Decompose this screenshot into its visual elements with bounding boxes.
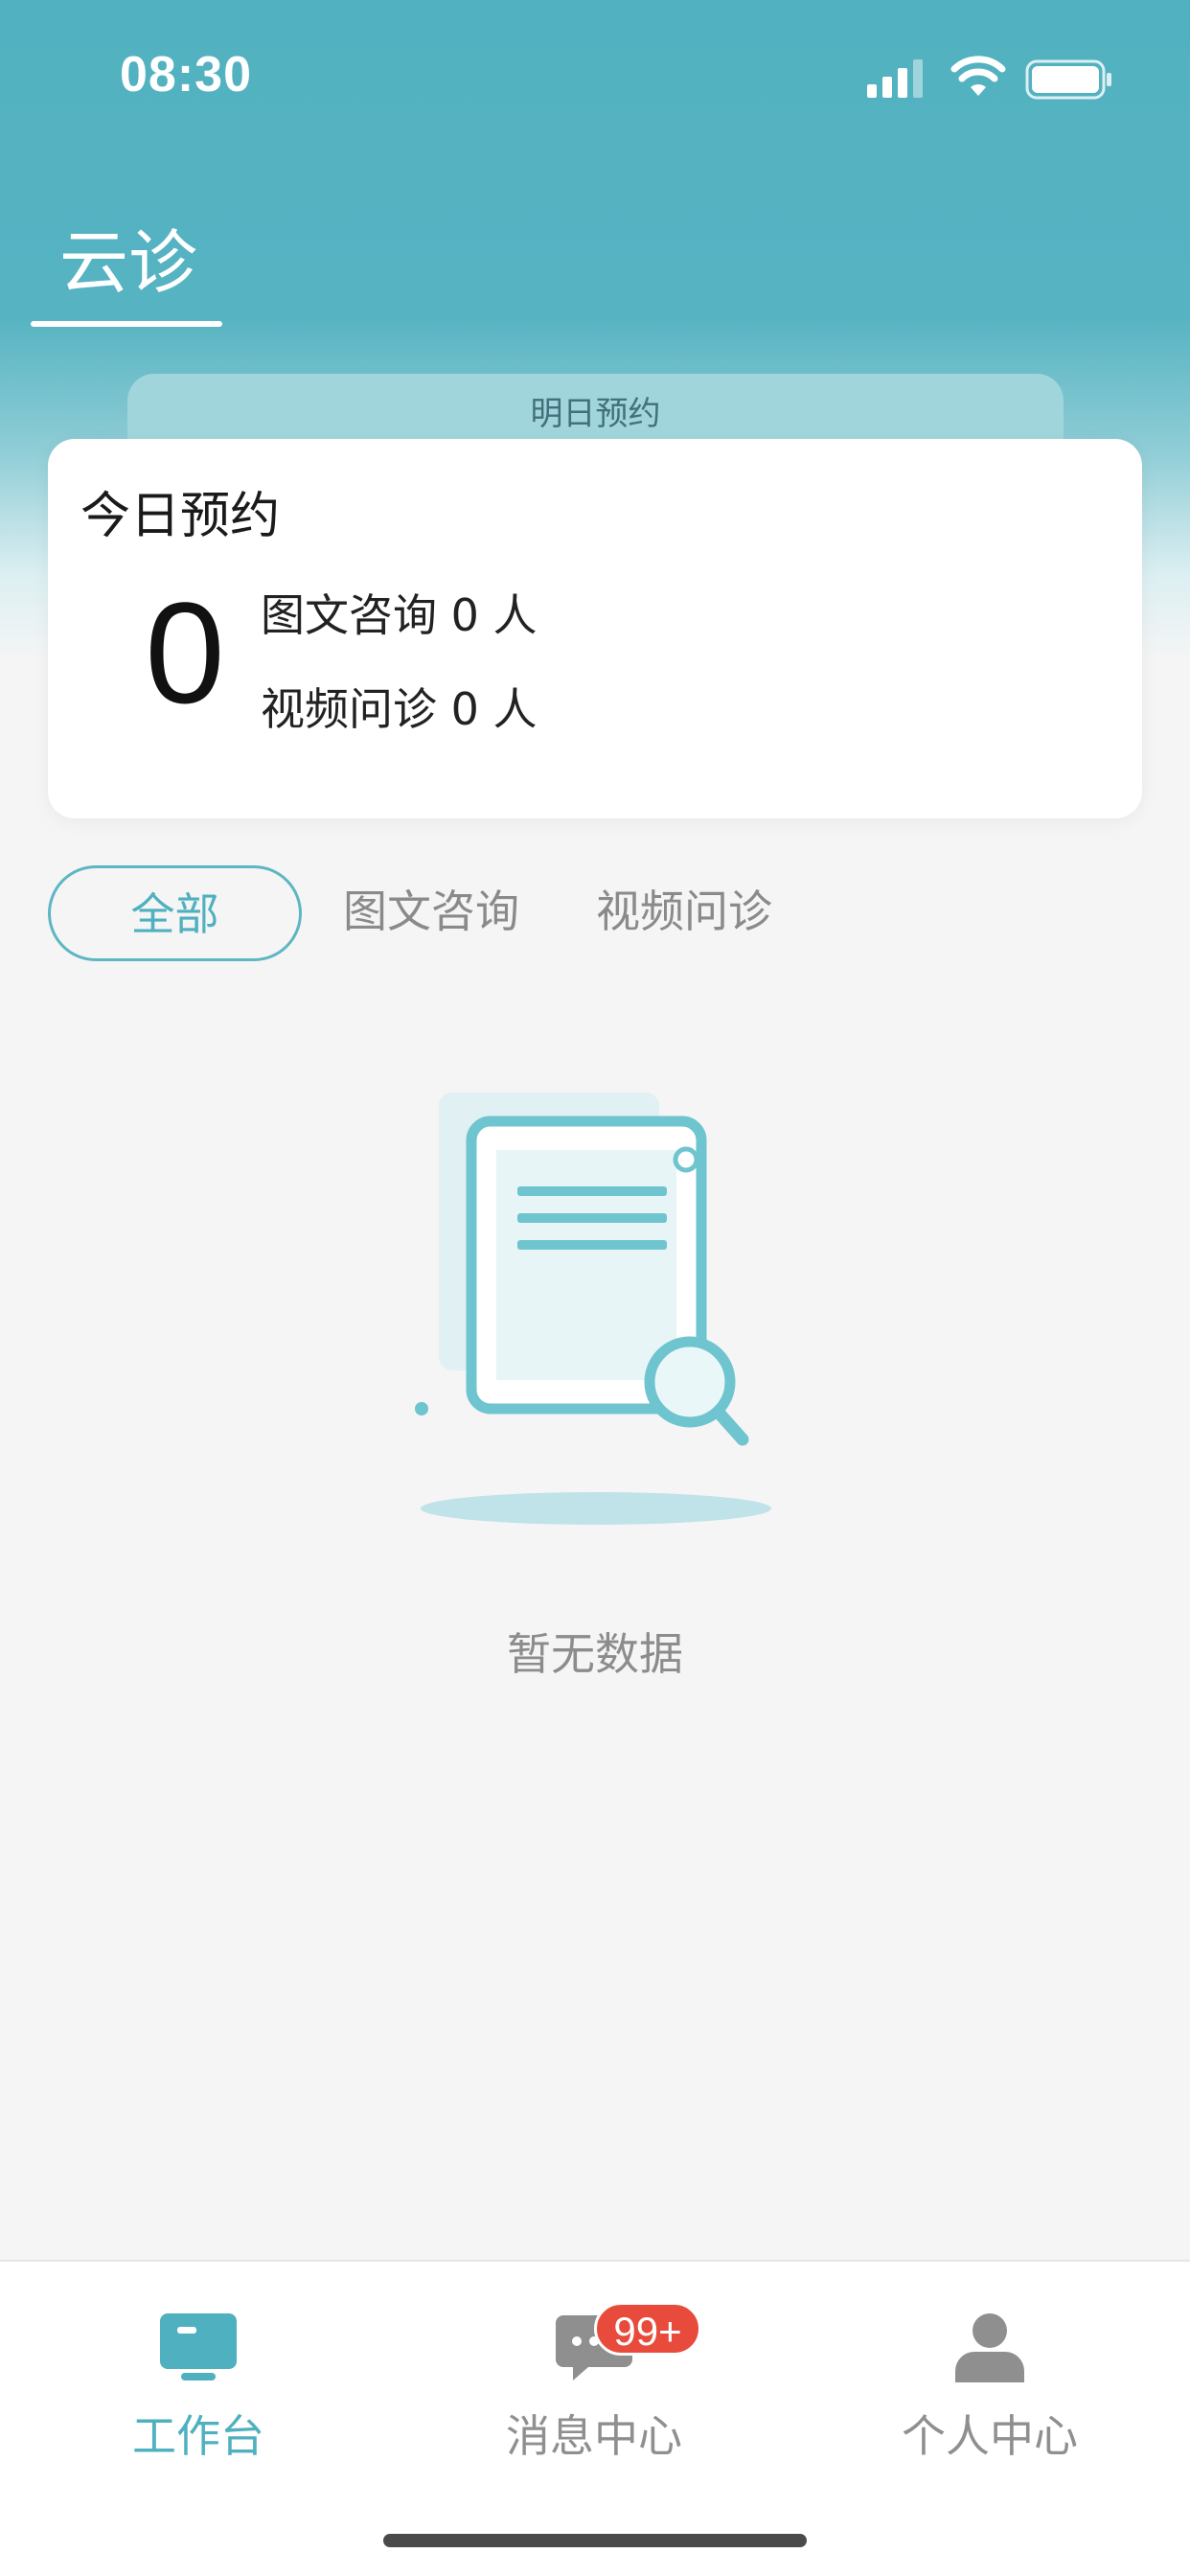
tab-profile-label: 个人中心 (902, 2410, 1078, 2462)
monitor-icon (160, 2313, 237, 2380)
filter-all-button[interactable]: 全部 (48, 865, 302, 961)
home-indicator[interactable] (383, 2534, 807, 2547)
tab-cloud-clinic[interactable]: 云诊 (31, 196, 222, 331)
tab-messages-label: 消息中心 (506, 2410, 682, 2462)
tab-workbench-label: 工作台 (132, 2410, 264, 2462)
tab-messages[interactable]: 99+ 消息中心 (450, 2302, 738, 2462)
tab-cloud-clinic-label: 云诊 (59, 222, 198, 303)
filter-video-consult-button[interactable]: 视频问诊 (588, 865, 780, 961)
person-icon (955, 2313, 1024, 2382)
tab-workbench[interactable]: 工作台 (55, 2312, 342, 2462)
tab-profile[interactable]: 个人中心 (846, 2312, 1133, 2462)
empty-state-text: 暂无数据 (507, 1628, 683, 1680)
status-time: 08:30 (120, 47, 252, 103)
today-appointments-card: 今日预约 0 图文咨询 0 人 视频问诊 0 人 (48, 439, 1142, 818)
text-consult-count: 图文咨询 0 人 (261, 589, 538, 641)
filter-text-consult-button[interactable]: 图文咨询 (335, 865, 527, 961)
status-bar: 08:30 (0, 0, 1190, 144)
empty-state-icon (402, 1083, 786, 1547)
video-consult-count: 视频问诊 0 人 (261, 683, 538, 735)
today-appointments-title: 今日预约 (80, 488, 281, 545)
today-appointments-total: 0 (145, 572, 225, 733)
cellular-signal-icon (867, 59, 927, 102)
filter-bar: 全部 图文咨询 视频问诊 (48, 865, 1142, 961)
wifi-icon (950, 56, 1006, 102)
battery-icon (1025, 59, 1113, 104)
tab-active-underline (31, 321, 222, 327)
messages-badge: 99+ (594, 2302, 701, 2356)
tomorrow-appointments-label: 明日预约 (530, 395, 661, 433)
bottom-tab-bar: 工作台 99+ 消息中心 个人中心 (0, 2260, 1190, 2576)
